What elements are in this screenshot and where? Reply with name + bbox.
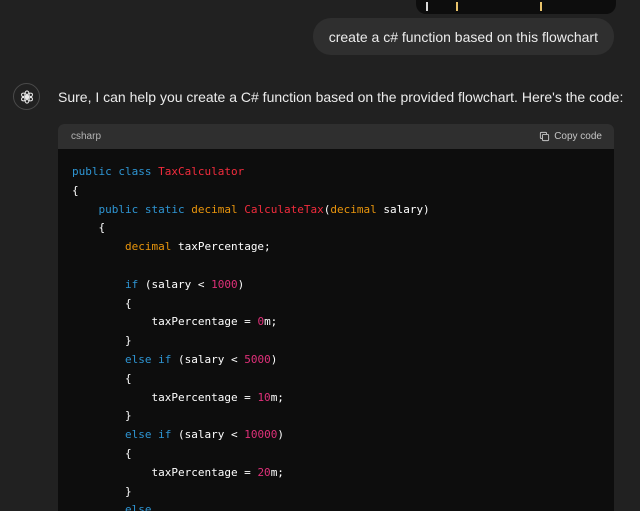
code-line: public static decimal CalculateTax(decim…	[72, 201, 614, 220]
code-token: (salary <	[171, 428, 245, 442]
code-token: m;	[264, 315, 278, 329]
code-token: {	[72, 221, 106, 235]
code-token: )	[237, 277, 245, 291]
code-token: taxPercentage;	[171, 240, 271, 254]
assistant-avatar	[13, 83, 40, 110]
code-line: }	[72, 483, 614, 502]
code-token: }	[72, 484, 132, 498]
code-line: if (salary < 1000)	[72, 276, 614, 295]
code-line: taxPercentage = 20m;	[72, 464, 614, 483]
code-token: }	[72, 334, 132, 348]
code-token: decimal	[124, 240, 172, 254]
code-line: {	[72, 219, 614, 238]
code-token: m;	[270, 465, 284, 479]
code-token: m;	[270, 390, 284, 404]
code-line: taxPercentage = 0m;	[72, 313, 614, 332]
code-language-label: csharp	[71, 131, 102, 142]
copy-code-button[interactable]: Copy code	[539, 131, 602, 142]
code-token: TaxCalculator	[158, 165, 245, 178]
copy-icon	[540, 131, 550, 142]
code-line: {	[72, 445, 614, 464]
code-token: {	[72, 446, 132, 460]
code-block-header: csharp Copy code	[58, 124, 614, 149]
code-token: taxPercentage =	[72, 315, 258, 329]
code-token: else	[124, 352, 152, 366]
code-token: if	[158, 428, 172, 442]
code-body[interactable]: public class TaxCalculator{ public stati…	[58, 149, 614, 511]
chat-page: create a c# function based on this flowc…	[0, 0, 640, 511]
image-fragment	[426, 2, 428, 11]
code-token: else	[124, 503, 152, 511]
code-token: CalculateTax	[244, 202, 324, 216]
code-token: {	[72, 371, 132, 385]
code-token: )	[270, 352, 278, 366]
code-token: decimal	[191, 202, 238, 216]
code-token: }	[72, 409, 132, 423]
code-block: csharp Copy code public class TaxCalcula…	[58, 124, 614, 511]
code-line: taxPercentage = 10m;	[72, 389, 614, 408]
code-token: )	[277, 428, 284, 442]
code-token: 10	[257, 390, 271, 404]
code-token: 20	[257, 465, 271, 479]
code-token: if	[124, 277, 139, 291]
code-token: static	[144, 202, 185, 216]
code-token: {	[72, 296, 132, 310]
code-line: public class TaxCalculator	[72, 163, 614, 182]
code-token: {	[72, 183, 79, 197]
code-line: {	[72, 370, 614, 389]
assistant-message-text: Sure, I can help you create a C# functio…	[58, 89, 624, 105]
code-line: {	[72, 182, 614, 201]
code-token: (salary <	[171, 352, 245, 366]
code-line: else if (salary < 5000)	[72, 351, 614, 370]
code-token: class	[118, 165, 152, 178]
code-token: decimal	[330, 202, 377, 216]
code-line: else	[72, 501, 614, 511]
code-token: public	[72, 165, 112, 178]
user-message-text: create a c# function based on this flowc…	[328, 28, 598, 45]
code-line: }	[72, 332, 614, 351]
image-fragment	[456, 2, 458, 11]
code-line: decimal taxPercentage;	[72, 238, 614, 257]
code-token: taxPercentage =	[72, 465, 258, 479]
code-token: salary)	[376, 202, 430, 216]
code-token: else	[124, 428, 152, 442]
code-token: if	[158, 352, 172, 366]
code-token: taxPercentage =	[72, 390, 258, 404]
copy-code-label: Copy code	[554, 131, 602, 142]
code-token: (salary <	[138, 277, 212, 291]
code-token: public	[98, 202, 139, 216]
code-token: 5000	[244, 352, 271, 366]
code-token: 10000	[244, 428, 278, 442]
image-fragment	[540, 2, 542, 11]
openai-logo-icon	[20, 89, 33, 104]
user-message-bubble: create a c# function based on this flowc…	[312, 18, 614, 55]
code-line: {	[72, 295, 614, 314]
code-line: else if (salary < 10000)	[72, 426, 614, 445]
code-token: 1000	[211, 277, 238, 291]
code-line: }	[72, 407, 614, 426]
attached-flowchart-image[interactable]	[416, 0, 616, 14]
